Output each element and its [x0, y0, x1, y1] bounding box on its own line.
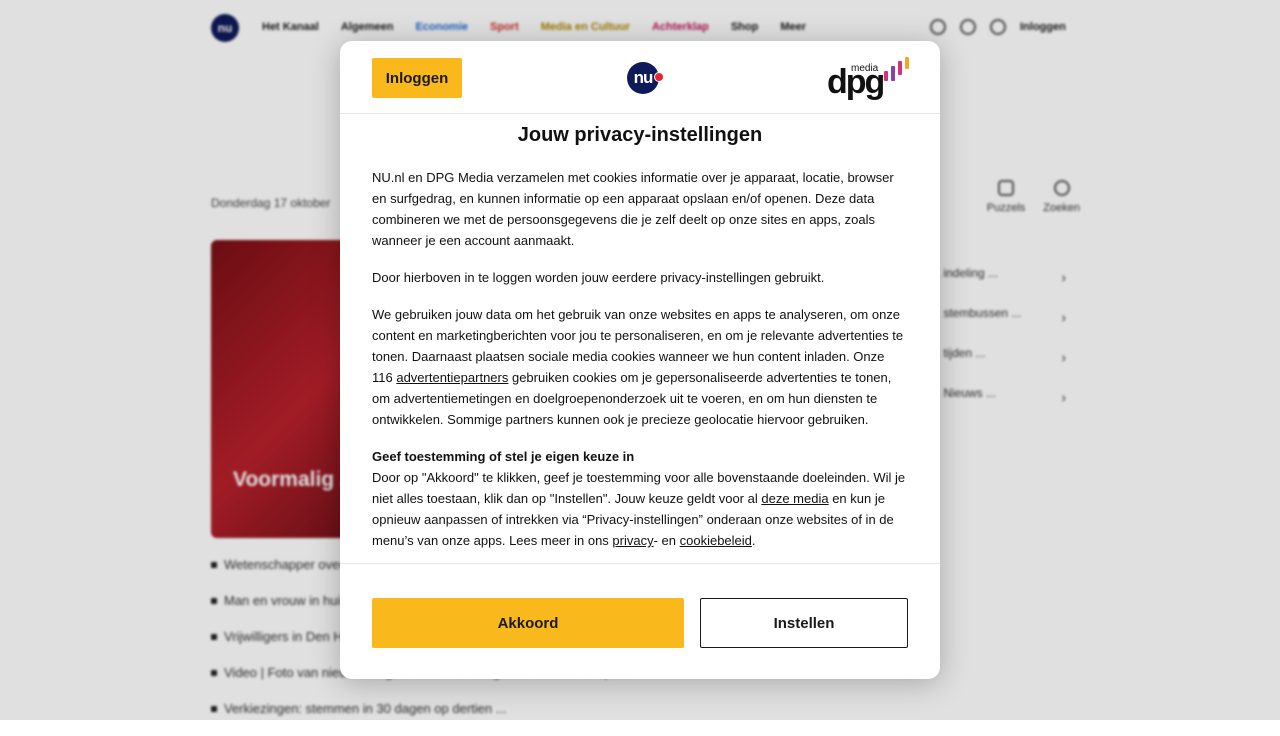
dpg-media-logo: media dpg [827, 55, 911, 103]
these-media-link[interactable]: deze media [761, 491, 828, 506]
consent-heading: Geef toestemming of stel je eigen keuze … [372, 449, 635, 464]
modal-footer: Akkoord Instellen [340, 563, 940, 679]
data-usage-paragraph: We gebruiken jouw data om het gebruik va… [372, 304, 908, 430]
cookie-policy-link[interactable]: cookiebeleid [680, 533, 752, 548]
modal-title: Jouw privacy-instellingen [517, 124, 763, 146]
modal-header: Inloggen nu media dpg [340, 41, 940, 114]
consent-paragraph: Geef toestemming of stel je eigen keuze … [372, 446, 908, 551]
dpg-bars-icon [884, 57, 909, 81]
login-note-paragraph: Door hierboven in te loggen worden jouw … [372, 270, 825, 285]
consent-text-mid2: - en [653, 533, 680, 548]
ad-partners-link[interactable]: advertentiepartners [396, 370, 508, 385]
settings-button[interactable]: Instellen [700, 598, 908, 648]
modal-body: Jouw privacy-instellingen NU.nl en DPG M… [340, 124, 940, 551]
accept-button[interactable]: Akkoord [372, 598, 684, 648]
consent-text-end: . [751, 533, 756, 548]
nu-logo-dot-icon [654, 72, 664, 82]
dpg-logo-text: dpg [827, 63, 885, 101]
intro-paragraph: NU.nl en DPG Media verzamelen met cookie… [372, 170, 894, 248]
privacy-modal: Inloggen nu media dpg Jouw privacy-inste… [340, 41, 940, 679]
login-button[interactable]: Inloggen [372, 58, 462, 98]
privacy-policy-link[interactable]: privacy [612, 533, 653, 548]
